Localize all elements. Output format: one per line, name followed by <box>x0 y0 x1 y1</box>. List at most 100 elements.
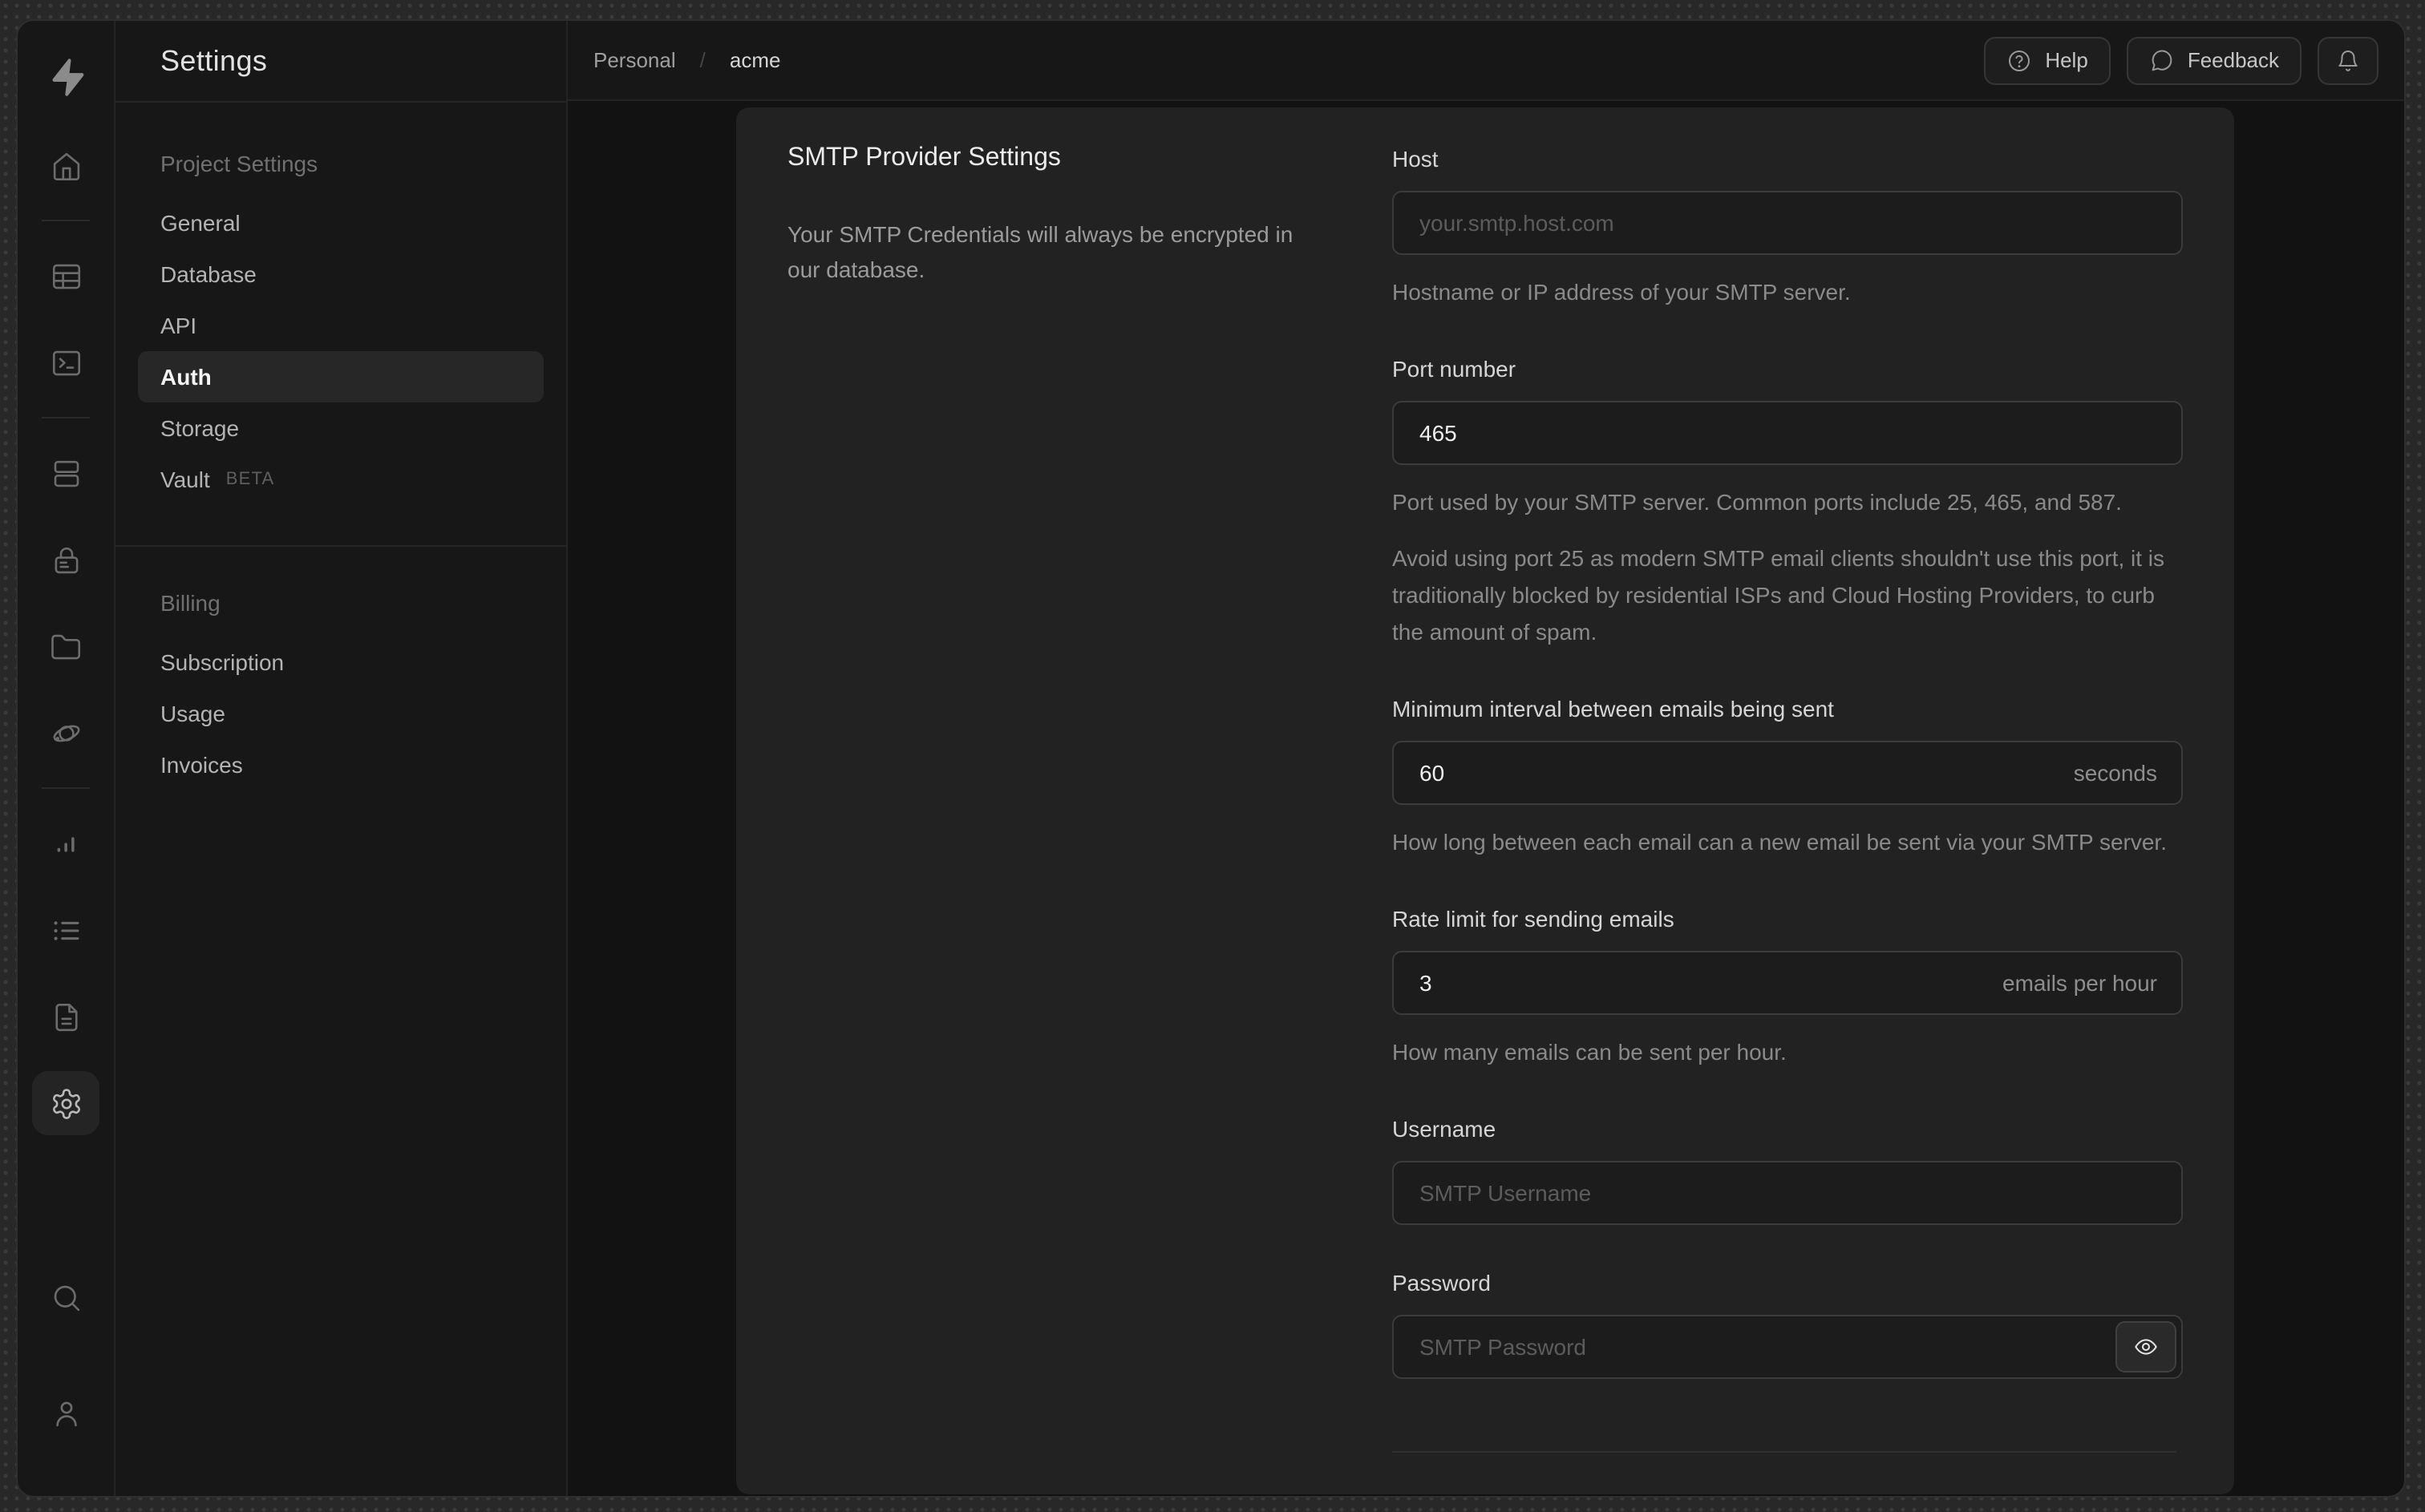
storage-icon[interactable] <box>32 614 99 678</box>
sql-editor-icon[interactable] <box>32 330 99 394</box>
rail-nav <box>18 133 114 1158</box>
field-group-username: Username <box>1392 1113 2183 1225</box>
rate-limit-input[interactable] <box>1392 951 2183 1015</box>
password-input-wrap <box>1392 1315 2183 1379</box>
edge-functions-icon[interactable] <box>32 701 99 765</box>
field-group-rate-limit: Rate limit for sending emails emails per … <box>1392 903 2183 1071</box>
card-footer-divider <box>1392 1451 2176 1453</box>
sidebar-item-label: Database <box>160 261 257 287</box>
host-input-wrap <box>1392 191 2183 255</box>
minimum-interval-label: Minimum interval between emails being se… <box>1392 696 1834 722</box>
rate-limit-helper-text: How many emails can be sent per hour. <box>1392 1039 1787 1065</box>
sidebar-item-label: Vault <box>160 467 210 492</box>
database-icon[interactable] <box>32 441 99 505</box>
rate-limit-label: Rate limit for sending emails <box>1392 906 1674 932</box>
reports-icon[interactable] <box>32 811 99 875</box>
smtp-settings-card: SMTP Provider Settings Your SMTP Credent… <box>736 107 2234 1494</box>
rail-divider <box>42 220 90 221</box>
port-input[interactable] <box>1392 401 2183 465</box>
sidebar-item-label: Auth <box>160 364 212 390</box>
password-label: Password <box>1392 1270 1491 1296</box>
rail-divider <box>42 417 90 418</box>
smtp-section-description: Your SMTP Credentials will always be enc… <box>787 221 1293 282</box>
sidebar-item-label: Storage <box>160 415 240 441</box>
minimum-interval-input[interactable] <box>1392 741 2183 805</box>
sidebar-item-label: Usage <box>160 701 225 726</box>
notifications-button[interactable] <box>2318 36 2378 84</box>
field-group-password: Password <box>1392 1267 2183 1379</box>
port-input-wrap <box>1392 401 2183 465</box>
breadcrumb-project[interactable]: acme <box>730 48 781 72</box>
host-helper-text: Hostname or IP address of your SMTP serv… <box>1392 279 1851 305</box>
sidebar-item-vault[interactable]: Vault BETA <box>138 454 544 505</box>
icon-rail <box>18 21 115 1496</box>
field-group-host: Host Hostname or IP address of your SMTP … <box>1392 143 2183 311</box>
smtp-section-intro: SMTP Provider Settings Your SMTP Credent… <box>787 143 1317 1421</box>
feedback-icon <box>2149 47 2175 73</box>
breadcrumb: Personal / acme <box>593 48 780 72</box>
smtp-form: Host Hostname or IP address of your SMTP … <box>1392 143 2183 1421</box>
host-label: Host <box>1392 146 1439 172</box>
topbar: Personal / acme Help Feedback <box>568 21 2404 101</box>
minimum-interval-input-wrap: seconds <box>1392 741 2183 805</box>
breadcrumb-separator: / <box>699 48 706 72</box>
sidebar-nav: Project Settings General Database API Auth St… <box>115 103 566 790</box>
rail-divider <box>42 787 90 789</box>
field-group-port: Port number Port used by your SMTP server… <box>1392 353 2183 651</box>
sidebar-item-label: Subscription <box>160 649 285 675</box>
settings-content: SMTP Provider Settings Your SMTP Credent… <box>568 101 2404 1496</box>
password-input[interactable] <box>1392 1315 2183 1379</box>
feedback-button[interactable]: Feedback <box>2126 36 2302 84</box>
home-icon[interactable] <box>32 133 99 197</box>
breadcrumb-org[interactable]: Personal <box>593 48 676 72</box>
minimum-interval-helper-text: How long between each email can a new em… <box>1392 829 2167 855</box>
sidebar-section-label: Project Settings <box>160 151 318 176</box>
help-button[interactable]: Help <box>1984 36 2111 84</box>
page-background: Settings Project Settings General Database… <box>0 0 2425 1512</box>
settings-sidebar: Settings Project Settings General Database… <box>115 21 568 1496</box>
supabase-logo-icon[interactable] <box>45 56 87 98</box>
sidebar-item-invoices[interactable]: Invoices <box>138 739 544 790</box>
sidebar-item-subscription[interactable]: Subscription <box>138 637 544 688</box>
sidebar-section-label: Billing <box>160 590 221 616</box>
auth-icon[interactable] <box>32 528 99 592</box>
host-input[interactable] <box>1392 191 2183 255</box>
sidebar-item-label: General <box>160 210 241 236</box>
sidebar-item-general[interactable]: General <box>138 197 544 249</box>
reveal-password-button[interactable] <box>2115 1321 2176 1373</box>
port-helper-text: Port used by your SMTP server. Common po… <box>1392 489 2122 515</box>
sidebar-item-api[interactable]: API <box>138 300 544 351</box>
main-area: Personal / acme Help Feedback SMTP Provi… <box>568 21 2404 1496</box>
user-icon[interactable] <box>32 1381 99 1445</box>
sidebar-item-usage[interactable]: Usage <box>138 688 544 739</box>
username-label: Username <box>1392 1116 1496 1142</box>
field-group-minimum-interval: Minimum interval between emails being se… <box>1392 693 2183 861</box>
search-icon[interactable] <box>32 1265 99 1329</box>
port-label: Port number <box>1392 356 1516 382</box>
sidebar-section-divider <box>115 545 566 547</box>
sidebar-item-database[interactable]: Database <box>138 249 544 300</box>
sidebar-item-storage[interactable]: Storage <box>138 402 544 454</box>
smtp-section-title: SMTP Provider Settings <box>787 144 1061 172</box>
help-button-label: Help <box>2045 48 2088 72</box>
settings-icon[interactable] <box>32 1071 99 1135</box>
topbar-actions: Help Feedback <box>1984 36 2378 84</box>
feedback-button-label: Feedback <box>2187 48 2279 72</box>
sidebar-title: Settings <box>115 21 566 103</box>
eye-icon <box>2135 1339 2157 1355</box>
bell-icon <box>2335 47 2361 73</box>
sidebar-item-label: Invoices <box>160 752 243 778</box>
sidebar-item-auth[interactable]: Auth <box>138 351 544 402</box>
beta-badge: BETA <box>225 470 275 489</box>
username-input[interactable] <box>1392 1161 2183 1225</box>
logs-icon[interactable] <box>32 898 99 962</box>
username-input-wrap <box>1392 1161 2183 1225</box>
port-helper-text: Avoid using port 25 as modern SMTP email… <box>1392 545 2165 645</box>
docs-icon[interactable] <box>32 984 99 1049</box>
table-editor-icon[interactable] <box>32 244 99 308</box>
sidebar-item-label: API <box>160 313 197 338</box>
rail-bottom <box>32 1265 99 1467</box>
app-window: Settings Project Settings General Database… <box>16 19 2406 1498</box>
help-icon <box>2006 47 2032 73</box>
rate-limit-input-wrap: emails per hour <box>1392 951 2183 1015</box>
